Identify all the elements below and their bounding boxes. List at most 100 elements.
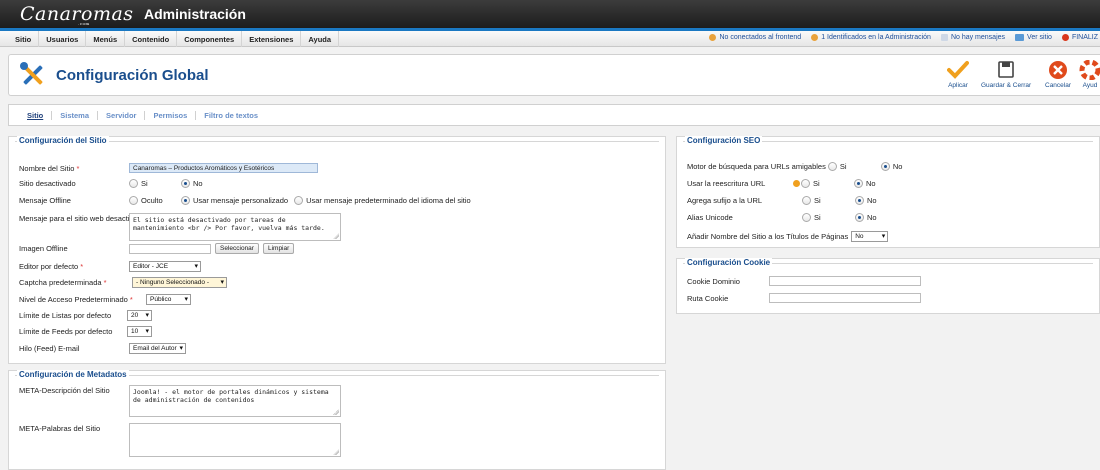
sef-row: Motor de búsqueda para URLs amigables Si… — [687, 162, 902, 171]
menu-item-sitio[interactable]: Sitio — [8, 31, 40, 47]
editor-row: Editor por defecto * Editor - JCE — [19, 261, 201, 272]
rewrite-no[interactable]: No — [854, 179, 876, 188]
status-messages-label: No hay mensajes — [950, 34, 1006, 41]
suffix-yes[interactable]: Si — [802, 196, 855, 205]
captcha-select[interactable]: - Ninguno Seleccionado - — [132, 277, 227, 288]
metadata-legend: Configuración de Metadatos — [17, 370, 129, 379]
status-frontend[interactable]: No conectados al frontend — [709, 34, 801, 41]
cookie-path-input[interactable] — [769, 293, 921, 303]
sef-no[interactable]: No — [880, 162, 903, 171]
custom-message-textarea[interactable]: El sitio está desactivado por tareas de … — [129, 213, 341, 241]
feed-limit-row: Límite de Feeds por defecto 10 — [19, 326, 152, 337]
sitename-titles-select[interactable]: No — [851, 231, 889, 242]
meta-keywords-textarea[interactable] — [129, 423, 341, 457]
custom-message-row: Mensaje para el sitio web desactivado El… — [19, 213, 341, 241]
clear-image-button[interactable]: Limpiar — [262, 243, 295, 254]
sitename-titles-label: Añadir Nombre del Sitio a los Títulos de… — [687, 232, 849, 241]
offline-msg-custom[interactable]: Usar mensaje personalizado — [181, 196, 288, 205]
rewrite-yes[interactable]: Si — [801, 179, 854, 188]
access-level-select[interactable]: Público — [146, 294, 191, 305]
cancel-icon — [1049, 61, 1067, 79]
menu-item-usuarios[interactable]: Usuarios — [39, 31, 87, 47]
offline-image-label: Imagen Offline — [19, 244, 68, 253]
meta-keywords-label: META-Palabras del Sitio — [19, 424, 101, 433]
rewrite-no-label: No — [866, 179, 876, 188]
unicode-no[interactable]: No — [855, 213, 877, 222]
menu-item-contenido[interactable]: Contenido — [125, 31, 178, 47]
logo-small-text: .com — [78, 21, 90, 26]
offline-msg-hidden-label: Oculto — [141, 196, 163, 205]
sef-no-label: No — [892, 162, 903, 171]
rewrite-yes-label: Si — [813, 179, 820, 188]
meta-keywords-row: META-Palabras del Sitio — [19, 423, 341, 457]
feed-email-select[interactable]: Email del Autor — [129, 343, 186, 354]
tab-sitio[interactable]: Sitio — [19, 111, 53, 120]
cancel-button[interactable]: Cancelar — [1045, 60, 1071, 89]
site-offline-row: Sitio desactivado Si No — [19, 179, 203, 188]
apply-button[interactable]: Aplicar — [947, 60, 969, 89]
offline-image-input[interactable] — [129, 243, 211, 254]
menu-item-menus[interactable]: Menús — [86, 31, 126, 47]
page-title: Configuración Global — [56, 67, 209, 84]
suffix-label: Agrega sufijo a la URL — [687, 196, 763, 205]
top-header: Canaromas .com Administración — [0, 0, 1100, 31]
tabs-container: Sitio Sistema Servidor Permisos Filtro d… — [8, 104, 1100, 126]
site-logo[interactable]: Canaromas .com — [20, 3, 134, 26]
suffix-no-label: No — [867, 196, 877, 205]
status-bar: No conectados al frontend 1 Identificado… — [709, 34, 1098, 41]
radio-icon — [827, 162, 837, 171]
menu-item-extensiones[interactable]: Extensiones — [242, 31, 302, 47]
site-name-input[interactable]: Canaromas – Productos Aromáticos y Esoté… — [129, 163, 318, 173]
site-offline-no[interactable]: No — [181, 179, 203, 188]
view-site-link[interactable]: Ver sitio — [1015, 34, 1052, 41]
cookie-domain-input[interactable] — [769, 276, 921, 286]
seo-panel: Configuración SEO Motor de búsqueda para… — [676, 136, 1100, 248]
logout-link[interactable]: FINALIZ — [1061, 34, 1098, 41]
sef-label: Motor de búsqueda para URLs amigables — [687, 162, 826, 171]
monitor-icon — [1015, 34, 1025, 41]
help-icon — [1079, 60, 1100, 80]
suffix-no[interactable]: No — [855, 196, 877, 205]
meta-description-textarea[interactable]: Joomla! - el motor de portales dinámicos… — [129, 385, 341, 417]
editor-label: Editor por defecto * — [19, 262, 84, 271]
sef-yes-label: Si — [839, 162, 847, 171]
status-admin[interactable]: 1 Identificados en la Administración — [811, 34, 931, 41]
meta-description-row: META-Descripción del Sitio Joomla! - el … — [19, 385, 341, 417]
editor-select[interactable]: Editor - JCE — [129, 261, 201, 272]
radio-checked-icon — [855, 213, 864, 222]
tab-servidor[interactable]: Servidor — [98, 111, 146, 120]
captcha-label: Captcha predeterminada * — [19, 278, 107, 287]
sef-yes[interactable]: Si — [827, 162, 881, 171]
save-close-label: Guardar & Cerrar — [981, 82, 1032, 89]
users-icon — [709, 34, 717, 41]
suffix-row: Agrega sufijo a la URL Si No — [687, 196, 877, 205]
view-site-label: Ver sitio — [1027, 34, 1052, 41]
tab-sistema[interactable]: Sistema — [52, 111, 99, 120]
status-admin-label: 1 Identificados en la Administración — [821, 34, 931, 41]
tab-list: Sitio Sistema Servidor Permisos Filtro d… — [19, 111, 266, 120]
list-limit-select[interactable]: 20 — [127, 310, 152, 321]
tab-filtro-textos[interactable]: Filtro de textos — [196, 111, 266, 120]
status-messages[interactable]: No hay mensajes — [940, 34, 1006, 41]
menu-item-ayuda[interactable]: Ayuda — [301, 31, 340, 47]
offline-msg-default[interactable]: Usar mensaje predeterminado del idioma d… — [294, 196, 471, 205]
captcha-label-text: Captcha predeterminada — [19, 278, 102, 287]
save-close-button[interactable]: Guardar & Cerrar — [981, 60, 1031, 89]
feed-limit-select[interactable]: 10 — [127, 326, 152, 337]
radio-checked-icon — [880, 162, 890, 171]
unicode-row: Alias Unicode Si No — [687, 213, 877, 222]
help-button[interactable]: Ayud — [1079, 60, 1100, 89]
menu-item-componentes[interactable]: Componentes — [177, 31, 243, 47]
checkmark-icon — [947, 61, 969, 79]
unicode-label: Alias Unicode — [687, 213, 733, 222]
unicode-yes[interactable]: Si — [802, 213, 855, 222]
offline-msg-hidden[interactable]: Oculto — [129, 196, 181, 205]
suffix-yes-label: Si — [814, 196, 821, 205]
radio-icon — [129, 196, 138, 205]
site-name-row: Nombre del Sitio * Canaromas – Productos… — [19, 163, 318, 173]
tab-permisos[interactable]: Permisos — [145, 111, 197, 120]
status-frontend-label: No conectados al frontend — [719, 34, 802, 41]
site-offline-yes[interactable]: Si — [129, 179, 181, 188]
select-image-button[interactable]: Seleccionar — [215, 243, 259, 254]
radio-checked-icon — [854, 179, 863, 188]
